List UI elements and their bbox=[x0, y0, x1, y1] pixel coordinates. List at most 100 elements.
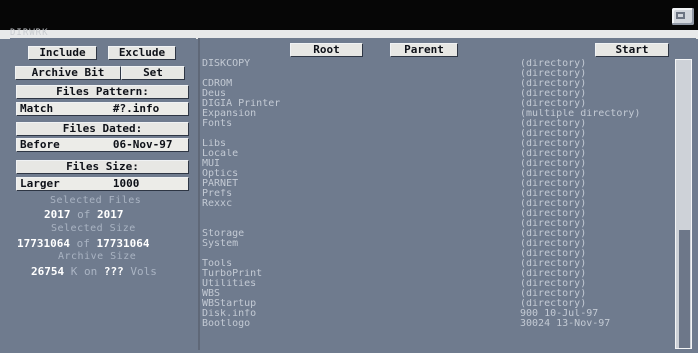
file-name: Tools bbox=[202, 259, 233, 268]
file-list-row[interactable]: (directory) bbox=[202, 129, 672, 138]
size-row[interactable]: Larger 1000 bbox=[16, 177, 189, 191]
start-button[interactable]: Start bbox=[595, 43, 669, 57]
file-list-row[interactable]: Disk.info 900 10-Jul-97 bbox=[202, 309, 672, 318]
file-name: Disk.info bbox=[202, 309, 257, 318]
file-size: 30024 13-Nov-97 bbox=[520, 319, 611, 328]
file-size: (directory) bbox=[520, 89, 587, 98]
file-name: Fonts bbox=[202, 119, 233, 128]
pattern-row[interactable]: Match #?.info bbox=[16, 102, 189, 116]
file-size: (directory) bbox=[520, 139, 587, 148]
panel-divider bbox=[198, 38, 200, 350]
file-list-row[interactable]: (directory) bbox=[202, 249, 672, 258]
file-list-row[interactable]: Locale (directory) bbox=[202, 149, 672, 158]
file-list-row[interactable]: (directory) bbox=[202, 219, 672, 228]
file-list-row[interactable]: Fonts (directory) bbox=[202, 119, 672, 128]
file-list-row[interactable]: Rexxc (directory) bbox=[202, 199, 672, 208]
file-name: WBStartup bbox=[202, 299, 257, 308]
root-button[interactable]: Root bbox=[290, 43, 363, 57]
vols-label: Vols bbox=[130, 265, 157, 278]
file-list-row[interactable]: (directory) bbox=[202, 69, 672, 78]
file-name: Bootlogo bbox=[202, 319, 251, 328]
file-size: (directory) bbox=[520, 159, 587, 168]
before-label: Before bbox=[20, 138, 60, 151]
file-list-row[interactable]: Libs (directory) bbox=[202, 139, 672, 148]
date-row[interactable]: Before 06-Nov-97 bbox=[16, 138, 189, 152]
file-list-row[interactable]: Optics (directory) bbox=[202, 169, 672, 178]
files-size-button[interactable]: Files Size: bbox=[16, 160, 189, 174]
total-size-bytes: 17731064 bbox=[96, 237, 150, 250]
file-size: (directory) bbox=[520, 259, 587, 268]
file-name: System bbox=[202, 239, 239, 248]
file-name: TurboPrint bbox=[202, 269, 263, 278]
larger-label: Larger bbox=[20, 177, 60, 190]
archive-size-value: 26754 K on ??? Vols bbox=[31, 266, 157, 278]
selected-size-value: 17731064 of 17731064 bbox=[17, 238, 149, 250]
file-size: (directory) bbox=[520, 299, 587, 308]
file-list-row[interactable]: WBS (directory) bbox=[202, 289, 672, 298]
file-list-row[interactable]: CDROM (directory) bbox=[202, 79, 672, 88]
file-list-row[interactable]: TurboPrint (directory) bbox=[202, 269, 672, 278]
selected-size-bytes: 17731064 bbox=[17, 237, 70, 250]
match-label: Match bbox=[20, 102, 54, 115]
file-list-row[interactable]: Deus (directory) bbox=[202, 89, 672, 98]
selected-size-label: Selected Size bbox=[51, 223, 136, 234]
file-size: (directory) bbox=[520, 119, 587, 128]
file-name: Locale bbox=[202, 149, 239, 158]
file-list-row[interactable]: System (directory) bbox=[202, 239, 672, 248]
file-name: Utilities bbox=[202, 279, 257, 288]
file-size: (directory) bbox=[520, 169, 587, 178]
file-size: (directory) bbox=[520, 99, 587, 108]
file-list-row[interactable]: Bootlogo 30024 13-Nov-97 bbox=[202, 319, 672, 328]
file-list-row[interactable]: Prefs (directory) bbox=[202, 189, 672, 198]
file-size: 900 10-Jul-97 bbox=[520, 309, 599, 318]
exclude-button[interactable]: Exclude bbox=[108, 46, 176, 60]
file-list-row[interactable]: (directory) bbox=[202, 209, 672, 218]
files-pattern-button[interactable]: Files Pattern: bbox=[16, 85, 189, 99]
file-size: (directory) bbox=[520, 79, 587, 88]
file-size: (directory) bbox=[520, 269, 587, 278]
size-limit-value: 1000 bbox=[112, 177, 140, 190]
file-name: Prefs bbox=[202, 189, 233, 198]
file-list-row[interactable]: Tools (directory) bbox=[202, 259, 672, 268]
file-name: Optics bbox=[202, 169, 239, 178]
file-list[interactable]: DISKCOPY (directory) (directory) CDROM (dire… bbox=[202, 59, 672, 349]
file-name: WBS bbox=[202, 289, 221, 298]
file-size: (directory) bbox=[520, 189, 587, 198]
scrollbar-thumb[interactable] bbox=[679, 230, 690, 348]
screen: DIRWRK Include Exclude Archive Bit Set F… bbox=[0, 0, 698, 353]
file-name: DIGIA Printer bbox=[202, 99, 281, 108]
window-title-bar bbox=[0, 0, 698, 30]
file-name: Libs bbox=[202, 139, 227, 148]
archive-size-label: Archive Size bbox=[58, 251, 137, 262]
window-title: DIRWRK bbox=[10, 28, 49, 38]
file-name: DISKCOPY bbox=[202, 59, 251, 68]
file-list-row[interactable]: Storage (directory) bbox=[202, 229, 672, 238]
file-size: (directory) bbox=[520, 59, 587, 68]
parent-button[interactable]: Parent bbox=[390, 43, 458, 57]
file-name: CDROM bbox=[202, 79, 233, 88]
include-button[interactable]: Include bbox=[28, 46, 97, 60]
archive-vols-number: ??? bbox=[103, 265, 124, 278]
file-size: (directory) bbox=[520, 149, 587, 158]
close-gadget-icon[interactable] bbox=[672, 8, 694, 25]
file-list-row[interactable]: WBStartup (directory) bbox=[202, 299, 672, 308]
file-name: Storage bbox=[202, 229, 245, 238]
file-size: (directory) bbox=[520, 249, 587, 258]
file-name: Expansion bbox=[202, 109, 257, 118]
files-dated-button[interactable]: Files Dated: bbox=[16, 122, 189, 136]
selected-files-of: of bbox=[77, 208, 91, 221]
file-list-row[interactable]: Expansion (multiple directory) bbox=[202, 109, 672, 118]
file-list-row[interactable]: DISKCOPY (directory) bbox=[202, 59, 672, 68]
archive-bit-button[interactable]: Archive Bit bbox=[15, 66, 121, 80]
file-name: Rexxc bbox=[202, 199, 233, 208]
file-list-row[interactable]: PARNET (directory) bbox=[202, 179, 672, 188]
set-button[interactable]: Set bbox=[121, 66, 185, 80]
file-list-row[interactable]: MUI (directory) bbox=[202, 159, 672, 168]
pattern-value: #?.info bbox=[112, 102, 160, 115]
file-list-row[interactable]: DIGIA Printer (directory) bbox=[202, 99, 672, 108]
file-list-row[interactable]: Utilities (directory) bbox=[202, 279, 672, 288]
file-size: (directory) bbox=[520, 69, 587, 78]
file-size: (directory) bbox=[520, 239, 587, 248]
archive-size-number: 26754 bbox=[31, 265, 65, 278]
file-size: (directory) bbox=[520, 279, 587, 288]
